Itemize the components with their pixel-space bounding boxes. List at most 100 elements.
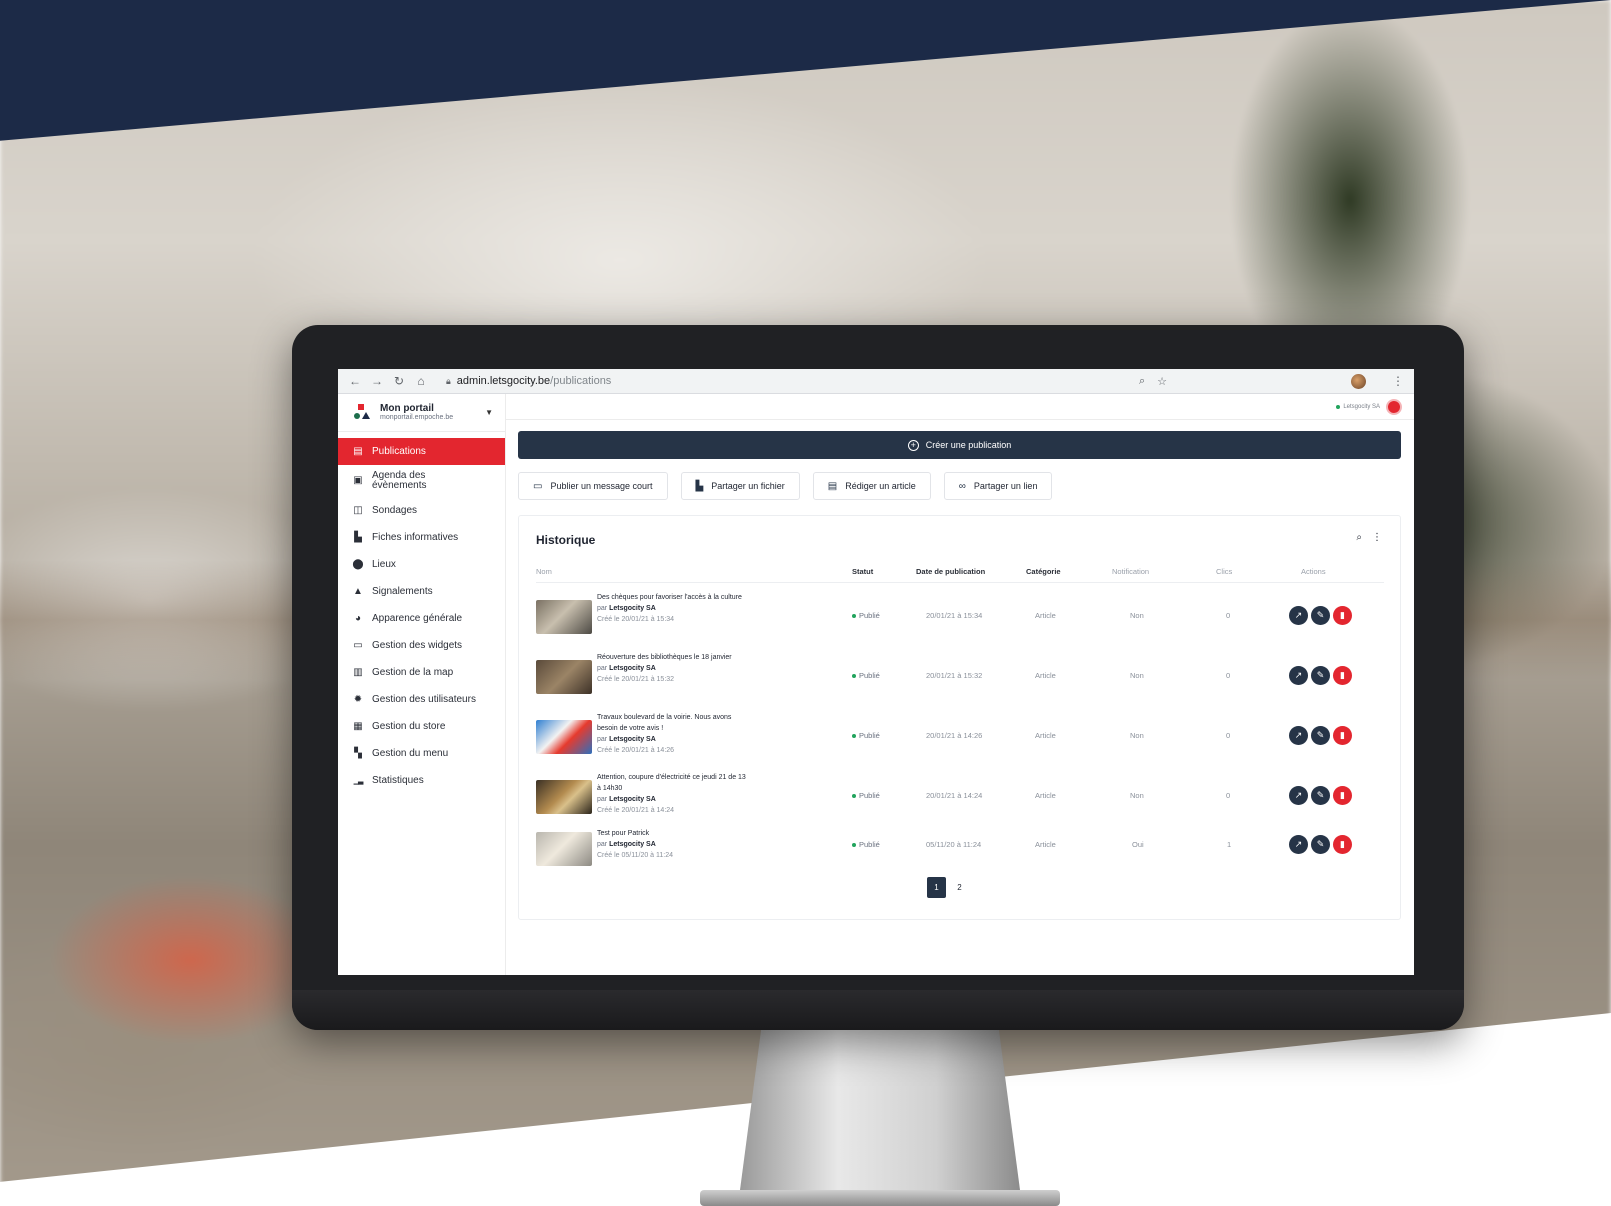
palette-icon: ◕ [354,613,362,624]
sidebar-item-sondages[interactable]: ◫ Sondages [338,497,505,524]
search-icon[interactable]: ⌕ [1356,532,1362,543]
publication-notification: Non [1130,791,1144,800]
create-publication-label: Créer une publication [925,440,1012,450]
publication-clicks: 0 [1226,791,1231,800]
quick-action-label: Partager un fichier [711,481,785,491]
table-row[interactable]: Des chèques pour favoriser l'accès à la … [536,586,1384,646]
create-publication-button[interactable]: + Créer une publication [518,431,1401,459]
sidebar-item-agenda[interactable]: ▣ Agenda des évènements [338,465,505,497]
status-label: Publié [859,671,880,680]
publication-thumbnail [536,720,592,754]
delete-trash-icon[interactable]: ▮ [1333,666,1352,685]
table-row[interactable]: Travaux boulevard de la voirie. Nous avo… [536,706,1384,766]
bookmark-star-icon[interactable]: ☆ [1157,375,1167,388]
sidebar-item-label: Gestion du store [372,721,446,732]
main-content: + Créer une publication ▭ Publier un mes… [506,420,1414,975]
publication-title[interactable]: Réouverture des bibliothèques le 18 janv… [597,652,747,663]
publication-title[interactable]: Test pour Patrick [597,828,747,839]
share-file-button[interactable]: ▙ Partager un fichier [680,472,800,500]
org-status: Letsgocity SA [1336,404,1380,410]
reload-icon[interactable]: ↻ [388,370,410,392]
write-article-button[interactable]: ▤ Rédiger un article [812,472,931,500]
chat-icon: ▭ [533,480,543,492]
edit-pencil-icon[interactable]: ✎ [1311,606,1330,625]
history-title: Historique [536,533,596,547]
open-external-icon[interactable]: ↗ [1289,726,1308,745]
delete-trash-icon[interactable]: ▮ [1333,726,1352,745]
sidebar-item-signalements[interactable]: ▲ Signalements [338,578,505,605]
sidebar-item-map[interactable]: ▥ Gestion de la map [338,659,505,686]
forward-arrow-icon[interactable]: → [366,370,388,392]
publication-category: Article [1035,731,1056,740]
edit-pencil-icon[interactable]: ✎ [1311,666,1330,685]
caret-down-icon[interactable]: ▼ [485,408,493,417]
short-message-button[interactable]: ▭ Publier un message court [518,472,668,500]
sidebar-item-lieux[interactable]: ⬤ Lieux [338,551,505,578]
sidebar-nav: ▤ Publications ▣ Agenda des évènements ◫… [338,432,505,794]
table-row[interactable]: Attention, coupure d'électricité ce jeud… [536,766,1384,826]
publication-title[interactable]: Attention, coupure d'électricité ce jeud… [597,772,747,794]
portal-switcher[interactable]: Mon portail monportail.empoche.be ▼ [338,394,505,432]
user-avatar[interactable] [1386,398,1402,415]
delete-trash-icon[interactable]: ▮ [1333,606,1352,625]
open-external-icon[interactable]: ↗ [1289,606,1308,625]
sidebar-item-apparence[interactable]: ◕ Apparence générale [338,605,505,632]
sidebar-item-menu[interactable]: ▚ Gestion du menu [338,740,505,767]
browser-menu-icon[interactable]: ⋮ [1392,374,1404,388]
sidebar-item-statistiques[interactable]: ▁▃ Statistiques [338,767,505,794]
publication-author: Letsgocity SA [609,841,656,848]
bar-chart-icon: ▁▃ [353,777,364,785]
edit-pencil-icon[interactable]: ✎ [1311,726,1330,745]
address-bar[interactable]: 🔒︎ admin.letsgocity.be/publications [446,375,611,387]
column-clicks: Clics [1216,567,1233,576]
edit-pencil-icon[interactable]: ✎ [1311,786,1330,805]
sidebar-item-label: Gestion des utilisateurs [372,694,476,705]
publication-thumbnail [536,832,592,866]
sidebar-item-widgets[interactable]: ▭ Gestion des widgets [338,632,505,659]
store-icon: ▦ [353,721,363,732]
status-dot-icon [852,793,856,798]
map-icon: ▥ [353,667,363,678]
open-external-icon[interactable]: ↗ [1289,666,1308,685]
table-row[interactable]: Réouverture des bibliothèques le 18 janv… [536,646,1384,706]
delete-trash-icon[interactable]: ▮ [1333,786,1352,805]
publication-author: Letsgocity SA [609,796,656,803]
article-icon: ▤ [827,480,838,492]
plus-circle-icon: + [907,439,919,451]
sidebar-item-publications[interactable]: ▤ Publications [338,438,505,465]
publication-title[interactable]: Travaux boulevard de la voirie. Nous avo… [597,712,747,734]
status-badge: Publié [852,791,880,800]
open-external-icon[interactable]: ↗ [1289,786,1308,805]
sidebar-item-label: Fiches informatives [372,532,459,543]
by-prefix: par [597,736,608,743]
page-button-2[interactable]: 2 [950,877,969,898]
open-external-icon[interactable]: ↗ [1289,835,1308,854]
warning-icon: ▲ [353,586,363,597]
publication-author: Letsgocity SA [609,605,656,612]
by-prefix: par [597,796,608,803]
sidebar-item-utilisateurs[interactable]: ✹ Gestion des utilisateurs [338,686,505,713]
back-arrow-icon[interactable]: ← [344,370,366,392]
publication-notification: Non [1130,611,1144,620]
pagination: 1 2 [927,877,969,898]
publication-category: Article [1035,791,1056,800]
share-link-button[interactable]: ∞ Partager un lien [943,472,1053,500]
sidebar-item-label: Apparence générale [372,613,463,624]
zoom-search-icon[interactable]: ⌕ [1139,375,1145,388]
publication-created: Créé le 20/01/21 à 15:32 [597,676,675,683]
page-button-1[interactable]: 1 [927,877,946,898]
column-actions: Actions [1301,567,1326,576]
home-icon[interactable]: ⌂ [410,370,432,392]
map-pin-icon: ⬤ [352,559,364,570]
monitor-stand-base [700,1190,1060,1206]
edit-pencil-icon[interactable]: ✎ [1311,835,1330,854]
more-options-icon[interactable]: ⋮ [1372,532,1382,543]
profile-avatar[interactable] [1351,373,1366,389]
delete-trash-icon[interactable]: ▮ [1333,835,1352,854]
publication-title[interactable]: Des chèques pour favoriser l'accès à la … [597,592,747,603]
sidebar-item-fiches[interactable]: ▙ Fiches informatives [338,524,505,551]
table-row[interactable]: Test pour Patrick par Letsgocity SA Créé… [536,822,1384,872]
sidebar-item-store[interactable]: ▦ Gestion du store [338,713,505,740]
grid-icon: ▚ [354,748,362,759]
publication-notification: Non [1130,731,1144,740]
